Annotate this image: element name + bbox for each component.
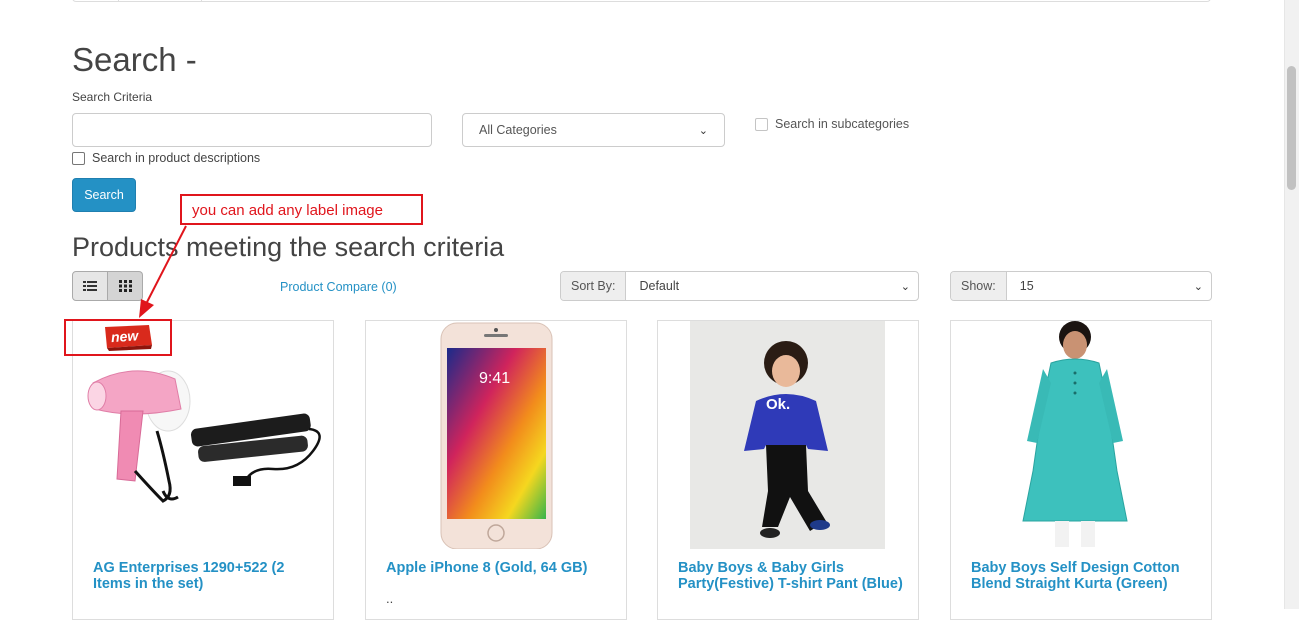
svg-text:9:41: 9:41 <box>479 370 510 387</box>
show-label: Show: <box>951 272 1007 300</box>
search-button[interactable]: Search <box>72 178 136 212</box>
show-limit-group: Show: 15 ⌄ <box>950 271 1212 301</box>
descriptions-label: Search in product descriptions <box>92 151 261 165</box>
nav-divider <box>118 0 119 1</box>
product-card: new AG Enterprises 1290+522 (2 Items in … <box>72 320 334 620</box>
sort-by-label: Sort By: <box>561 272 627 300</box>
hair-dryer-illustration <box>87 370 191 503</box>
search-criteria-label: Search Criteria <box>72 90 153 104</box>
product-description: .. <box>386 591 394 606</box>
search-input[interactable] <box>72 113 432 147</box>
sort-by-value: Default <box>639 279 680 293</box>
category-select-value: All Categories <box>479 123 557 137</box>
sort-by-group: Sort By: Default ⌄ <box>560 271 919 301</box>
annotation-highlight-box <box>64 319 172 356</box>
svg-text:Ok.: Ok. <box>766 396 790 413</box>
product-compare-link[interactable]: Product Compare (0) <box>280 280 397 294</box>
show-limit-value: 15 <box>1019 279 1034 293</box>
scrollbar-thumb[interactable] <box>1287 66 1296 190</box>
product-name-link[interactable]: Baby Boys & Baby Girls Party(Festive) T-… <box>678 560 903 592</box>
product-card: 9:41 Apple iPhone 8 (Gold, 64 GB) .. <box>365 320 627 620</box>
product-name-link[interactable]: Baby Boys Self Design Cotton Blend Strai… <box>971 560 1196 592</box>
descriptions-checkbox-row[interactable]: Search in product descriptions <box>72 151 260 165</box>
product-name-link[interactable]: Apple iPhone 8 (Gold, 64 GB) <box>386 560 611 576</box>
product-name-link[interactable]: AG Enterprises 1290+522 (2 Items in the … <box>93 560 318 592</box>
list-icon <box>83 281 97 291</box>
view-toggle <box>72 271 143 301</box>
chevron-down-icon: ⌄ <box>1193 280 1203 293</box>
hair-straightener-illustration <box>190 413 321 486</box>
grid-view-button[interactable] <box>108 271 143 301</box>
product-image-iphone[interactable]: 9:41 <box>366 321 626 549</box>
product-card: Baby Boys Self Design Cotton Blend Strai… <box>950 320 1212 620</box>
subcategories-checkbox[interactable] <box>755 117 768 131</box>
top-navigation-bar <box>72 0 1211 2</box>
category-select[interactable]: All Categories ⌄ <box>462 113 725 147</box>
product-image-kurta[interactable] <box>951 321 1211 549</box>
product-image-kids-tshirt[interactable]: Ok. <box>658 321 918 549</box>
subcategories-label: Search in subcategories <box>775 117 910 131</box>
annotation-callout: you can add any label image <box>180 194 423 225</box>
page-title: Search - <box>72 41 197 78</box>
product-card: Ok. Baby Boys & Baby Girls Party(Festive… <box>657 320 919 620</box>
grid-icon <box>118 280 132 292</box>
nav-divider <box>201 0 202 1</box>
show-limit-select[interactable]: 15 ⌄ <box>1007 272 1211 300</box>
results-title: Products meeting the search criteria <box>72 232 505 262</box>
list-view-button[interactable] <box>72 271 108 301</box>
descriptions-checkbox[interactable] <box>72 151 85 165</box>
chevron-down-icon: ⌄ <box>698 124 708 137</box>
chevron-down-icon: ⌄ <box>900 280 910 293</box>
sort-by-select[interactable]: Default ⌄ <box>626 272 918 300</box>
subcategories-checkbox-row[interactable]: Search in subcategories <box>755 117 909 131</box>
